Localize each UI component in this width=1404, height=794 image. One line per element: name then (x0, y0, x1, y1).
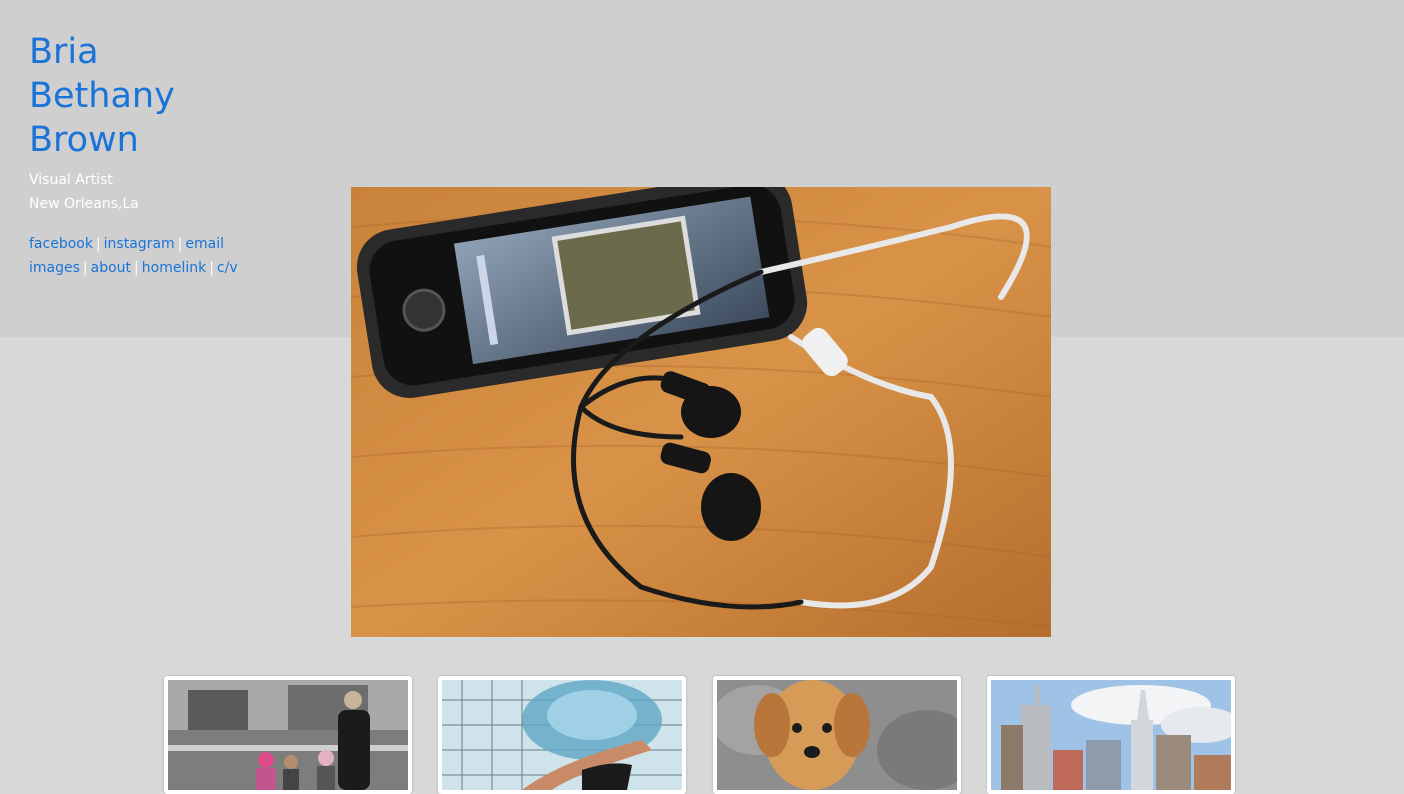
phone-earbuds-photo-icon (351, 187, 1051, 637)
artist-name[interactable]: Bria Bethany Brown (29, 30, 329, 162)
artist-name-line-1[interactable]: Bria (29, 30, 329, 74)
nav-separator: | (177, 236, 183, 252)
puppy-photo-icon (717, 680, 957, 790)
instagram-link[interactable]: instagram (104, 236, 175, 252)
site-header: Bria Bethany Brown Visual Artist New Orl… (29, 30, 329, 280)
nav-row-2: images | about | homelink | c/v (29, 256, 329, 280)
nav-separator: | (134, 260, 139, 276)
images-link[interactable]: images (29, 260, 80, 276)
thumbnail-3[interactable] (713, 676, 961, 794)
city-skyline-photo-icon (991, 680, 1231, 790)
artist-role: Visual Artist (29, 172, 113, 188)
swimmer-underwater-photo-icon (442, 680, 682, 790)
artist-name-line-3[interactable]: Brown (29, 118, 329, 162)
thumbnail-1[interactable] (164, 676, 412, 794)
nav-separator: | (95, 236, 101, 252)
family-street-photo-icon (168, 680, 408, 790)
email-link[interactable]: email (185, 236, 224, 252)
homelink-link[interactable]: homelink (142, 260, 206, 276)
cv-link[interactable]: c/v (217, 260, 238, 276)
artist-subtitle: Visual Artist New Orleans,La (29, 168, 329, 216)
nav-row-1: facebook | instagram | email (29, 232, 329, 256)
facebook-link[interactable]: facebook (29, 236, 93, 252)
nav-separator: | (209, 260, 214, 276)
nav-links: facebook | instagram | email images | about | ho… (29, 232, 329, 280)
about-link[interactable]: about (91, 260, 131, 276)
thumbnail-2[interactable] (438, 676, 686, 794)
artist-name-line-2[interactable]: Bethany (29, 74, 329, 118)
artist-location: New Orleans,La (29, 196, 139, 212)
thumbnail-4[interactable] (987, 676, 1235, 794)
hero-image[interactable] (351, 187, 1051, 637)
nav-separator: | (82, 260, 88, 276)
